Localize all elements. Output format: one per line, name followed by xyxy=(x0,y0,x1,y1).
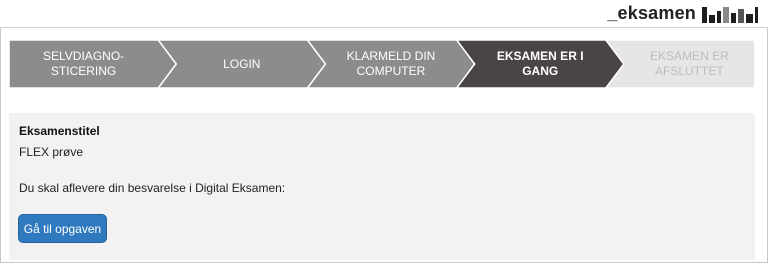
step-selfdiagnosis: SELVDIAGNO- STICERING xyxy=(43,49,125,78)
top-bar: _eksamen xyxy=(0,0,768,28)
go-to-assignment-button[interactable]: Gå til opgaven xyxy=(18,214,107,243)
step-login: LOGIN xyxy=(223,56,261,71)
step-exam-in-progress: EKSAMEN ER I GANG xyxy=(496,49,584,78)
progress-steps: SELVDIAGNO- STICERING LOGIN KLARMELD DIN C… xyxy=(9,40,755,88)
exam-panel: Eksamenstitel FLEX prøve Du skal aflever… xyxy=(9,113,755,260)
brand-name: _eksamen xyxy=(607,2,696,23)
brand: _eksamen xyxy=(607,0,758,26)
step-exam-finished: EKSAMEN ER AFSLUTTET xyxy=(650,49,729,78)
brand-logo-icon xyxy=(702,5,758,23)
step-register-computer: KLARMELD DIN COMPUTER xyxy=(346,49,436,78)
exam-title-label: Eksamenstitel xyxy=(19,124,100,138)
exam-title-value: FLEX prøve xyxy=(19,145,84,159)
submission-instruction: Du skal aflevere din besvarelse i Digita… xyxy=(19,181,286,195)
